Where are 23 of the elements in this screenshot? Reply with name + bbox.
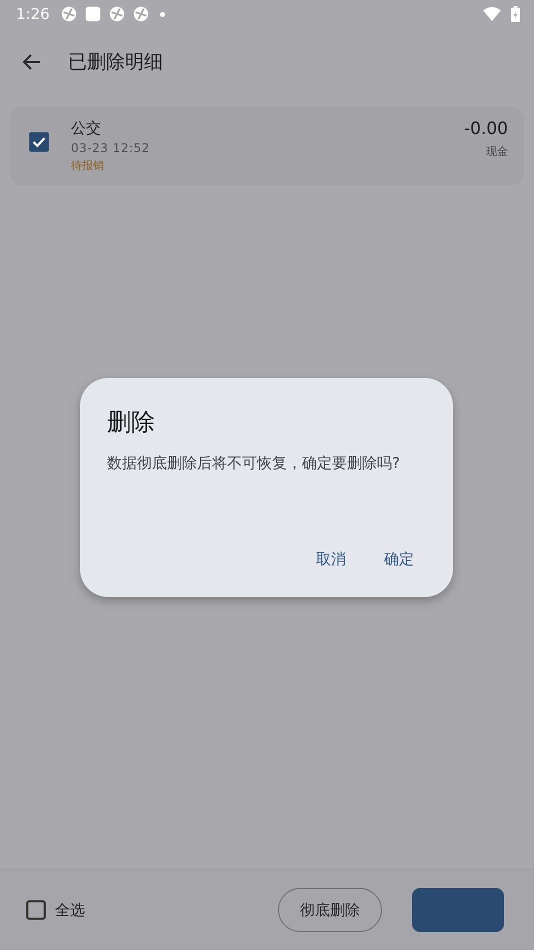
cancel-button[interactable]: 取消: [304, 542, 358, 577]
record-status: 待报销: [71, 158, 105, 173]
page-title: 已删除明细: [68, 50, 163, 75]
checkbox[interactable]: [25, 899, 47, 921]
record-time: 03-23 12:52: [71, 141, 150, 155]
dialog-title: 删除: [107, 407, 156, 438]
record-name: 公交: [71, 119, 102, 138]
checkbox[interactable]: [28, 131, 50, 153]
record-card[interactable]: 公交 03-23 12:52 待报销 -0.00 现金: [10, 107, 524, 185]
confirm-button[interactable]: 确定: [372, 542, 426, 577]
record-amount: -0.00: [464, 119, 508, 139]
notification-icon: [84, 5, 102, 23]
notification-icon: [60, 5, 78, 23]
status-time: 1:26: [16, 5, 50, 23]
battery-icon: [511, 6, 520, 22]
notification-icon: [108, 5, 126, 23]
dot-icon: [160, 12, 165, 16]
notification-icon: [132, 5, 150, 23]
wifi-icon: [483, 7, 501, 21]
record-account: 现金: [486, 144, 508, 159]
dialog-message: 数据彻底删除后将不可恢复，确定要删除吗?: [107, 454, 401, 473]
select-all-label: 全选: [55, 900, 85, 920]
delete-button[interactable]: 彻底删除: [278, 888, 382, 932]
